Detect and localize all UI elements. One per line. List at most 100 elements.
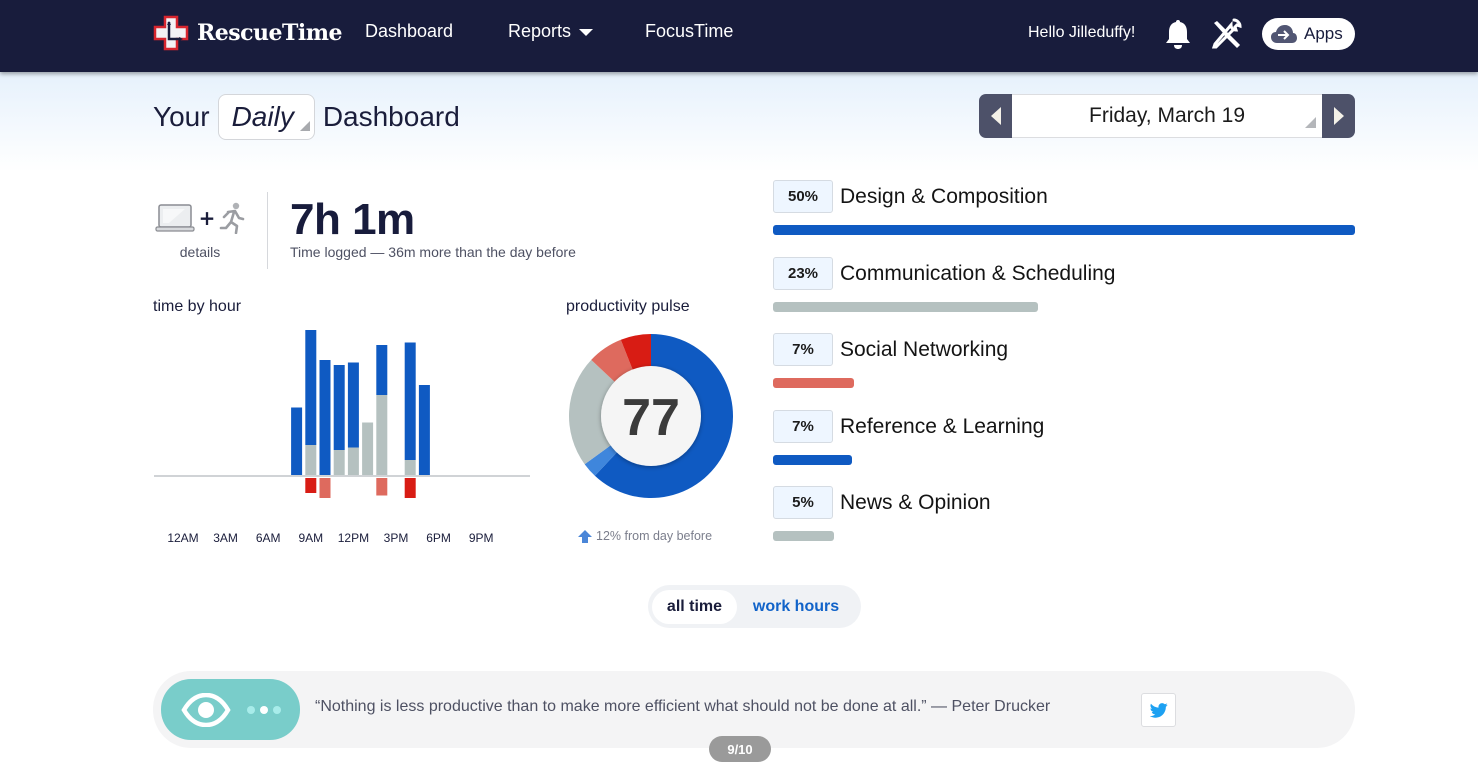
previous-day-button[interactable] xyxy=(979,94,1012,138)
cloud-arrow-icon xyxy=(1271,25,1297,43)
category-percent: 5% xyxy=(773,486,833,519)
productivity-pulse-title: productivity pulse xyxy=(566,298,690,315)
category-bar xyxy=(773,378,855,388)
bar-productive-5PM[interactable] xyxy=(418,385,430,475)
category-bar xyxy=(773,531,835,541)
bar-productive-9AM[interactable] xyxy=(305,330,317,445)
bar-neutral-9AM[interactable] xyxy=(305,445,317,475)
bell-icon xyxy=(1166,20,1190,49)
dot xyxy=(260,705,268,714)
twitter-icon xyxy=(1149,702,1168,718)
quote-page-indicator: 9/10 xyxy=(709,736,771,762)
tweet-button[interactable] xyxy=(1141,693,1176,727)
bar-distracting-2PM[interactable] xyxy=(376,478,388,496)
bar-neutral-2PM[interactable] xyxy=(376,395,388,475)
toggle-all-time[interactable]: all time xyxy=(652,589,737,624)
x-tick-label: 9AM xyxy=(298,531,323,545)
pulse-score: 77 xyxy=(622,389,680,447)
category-bar xyxy=(773,302,1038,312)
time-by-hour-title: time by hour xyxy=(153,298,242,315)
category-bar-track xyxy=(773,302,1355,312)
dropdown-corner-icon xyxy=(1305,117,1316,128)
bar-very-distracting-4PM[interactable] xyxy=(404,478,416,498)
rescuetime-logo-icon xyxy=(153,15,189,51)
category-bar xyxy=(773,225,1355,235)
focus-insight-button[interactable] xyxy=(161,679,300,740)
category-bar-track xyxy=(773,225,1355,235)
pulse-change: 12% from day before xyxy=(578,529,712,543)
category-item[interactable]: 7% Social Networking xyxy=(773,333,1355,388)
x-tick-label: 6AM xyxy=(256,531,281,545)
productivity-pulse-chart[interactable]: 77 xyxy=(565,330,737,502)
bar-very-distracting-9AM[interactable] xyxy=(305,478,317,493)
total-time: 7h 1m xyxy=(290,195,415,244)
toggle-work-hours[interactable]: work hours xyxy=(737,590,855,624)
bar-neutral-4PM[interactable] xyxy=(404,460,416,475)
category-head: 7% Reference & Learning xyxy=(773,410,1355,443)
details-label: details xyxy=(179,244,221,260)
bar-distracting-10AM[interactable] xyxy=(319,478,331,498)
x-tick-label: 3AM xyxy=(213,531,238,545)
bar-neutral-11AM[interactable] xyxy=(333,450,345,475)
category-name[interactable]: Reference & Learning xyxy=(840,415,1044,439)
time-range-toggle: all time work hours xyxy=(648,585,861,628)
category-bar-track xyxy=(773,455,1355,465)
top-nav: RescueTime Dashboard Reports FocusTime H… xyxy=(0,0,1478,72)
bar-neutral-1PM[interactable] xyxy=(362,422,374,476)
category-bar xyxy=(773,455,852,465)
category-name[interactable]: News & Opinion xyxy=(840,491,991,515)
category-head: 23% Communication & Scheduling xyxy=(773,257,1355,290)
apps-button[interactable]: Apps xyxy=(1262,18,1355,50)
category-bar-track xyxy=(773,378,1355,388)
nav-dashboard-label: Dashboard xyxy=(365,21,454,41)
bar-productive-2PM[interactable] xyxy=(376,345,388,395)
period-select[interactable]: Daily xyxy=(217,94,315,140)
nav-focustime[interactable]: FocusTime xyxy=(645,21,733,42)
notifications-button[interactable] xyxy=(1161,17,1195,51)
category-item[interactable]: 7% Reference & Learning xyxy=(773,410,1355,465)
category-percent: 23% xyxy=(773,257,833,290)
brand-logo[interactable]: RescueTime xyxy=(153,15,343,51)
x-tick-label: 12PM xyxy=(338,531,369,545)
bar-productive-12PM[interactable] xyxy=(347,362,359,448)
category-head: 7% Social Networking xyxy=(773,333,1355,366)
category-name[interactable]: Social Networking xyxy=(840,338,1008,362)
category-head: 50% Design & Composition xyxy=(773,180,1355,213)
x-tick-label: 9PM xyxy=(469,531,494,545)
apps-label: Apps xyxy=(1304,24,1343,43)
tools-icon xyxy=(1211,18,1242,49)
pulse-change-text: 12% from day before xyxy=(596,529,713,543)
nav-focustime-label: FocusTime xyxy=(645,21,734,41)
category-item[interactable]: 23% Communication & Scheduling xyxy=(773,257,1355,312)
arrow-left-icon xyxy=(990,107,1001,125)
bar-productive-4PM[interactable] xyxy=(404,342,416,461)
caret-down-icon xyxy=(579,28,594,36)
nav-reports-label: Reports xyxy=(508,21,572,41)
title-prefix: Your xyxy=(153,101,210,132)
bar-productive-11AM[interactable] xyxy=(333,365,345,450)
next-day-button[interactable] xyxy=(1322,94,1355,138)
category-bar-track xyxy=(773,531,1355,541)
dot xyxy=(273,705,281,714)
x-tick-label: 6PM xyxy=(426,531,451,545)
date-picker[interactable]: Friday, March 19 xyxy=(1012,94,1322,138)
bar-neutral-12PM[interactable] xyxy=(347,447,359,476)
arrow-right-icon xyxy=(1333,107,1344,125)
bar-productive-10AM[interactable] xyxy=(319,360,331,475)
x-tick-label: 12AM xyxy=(167,531,198,545)
category-name[interactable]: Communication & Scheduling xyxy=(840,262,1115,286)
total-time-comparison: Time logged — 36m more than the day befo… xyxy=(290,244,576,260)
category-item[interactable]: 50% Design & Composition xyxy=(773,180,1355,235)
category-name[interactable]: Design & Composition xyxy=(840,185,1048,209)
nav-reports[interactable]: Reports xyxy=(508,21,594,42)
category-item[interactable]: 5% News & Opinion xyxy=(773,486,1355,541)
plus-icon: + xyxy=(198,206,216,230)
bar-productive-8AM[interactable] xyxy=(291,407,303,476)
nav-dashboard[interactable]: Dashboard xyxy=(365,21,453,42)
running-person-icon xyxy=(220,202,245,234)
details-link[interactable]: + details xyxy=(153,200,247,260)
laptop-icon xyxy=(155,204,195,232)
date-navigator: Friday, March 19 xyxy=(979,94,1355,138)
settings-button[interactable] xyxy=(1209,17,1243,51)
brand-name: RescueTime xyxy=(197,20,343,46)
